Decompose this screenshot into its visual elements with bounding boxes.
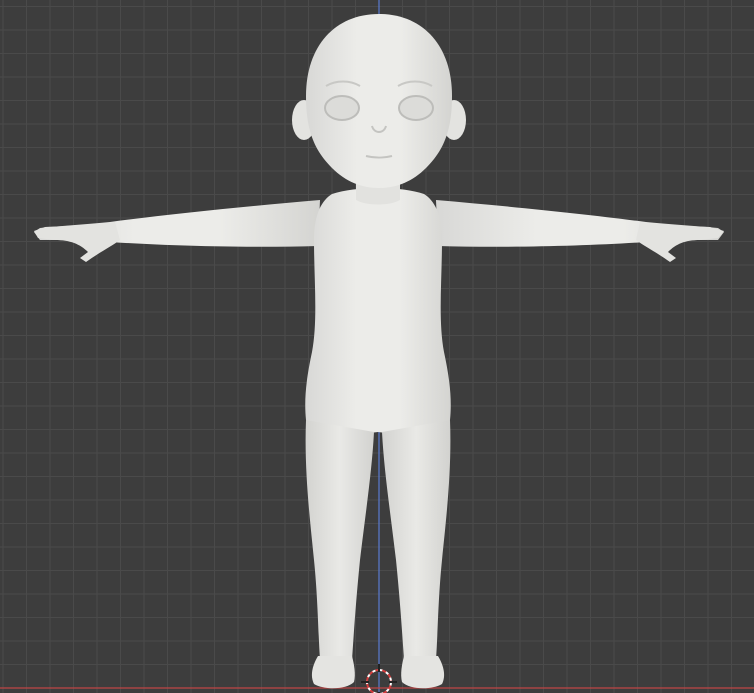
3d-viewport[interactable] xyxy=(0,0,754,693)
left-eye xyxy=(324,95,360,121)
viewport-canvas[interactable] xyxy=(0,0,754,693)
right-eye xyxy=(398,95,434,121)
right-leg xyxy=(382,420,451,660)
right-foot xyxy=(401,656,445,689)
left-foot xyxy=(311,656,355,689)
torso xyxy=(305,188,451,434)
left-leg xyxy=(305,420,374,660)
